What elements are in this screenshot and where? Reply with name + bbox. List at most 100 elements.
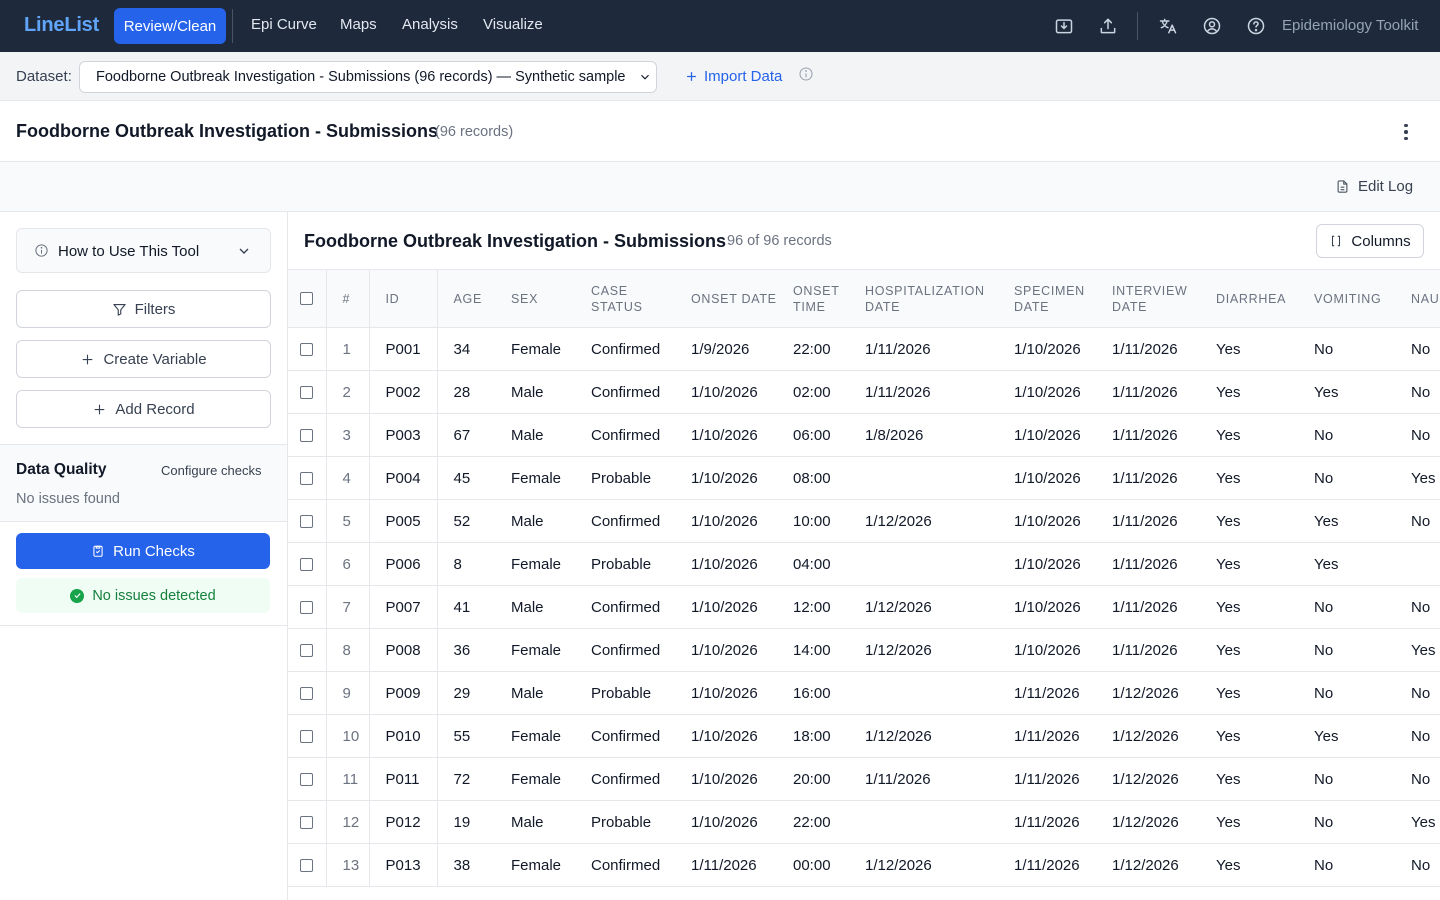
cell-age[interactable]: 41 (437, 586, 495, 629)
cell-onset-date[interactable]: 1/10/2026 (675, 500, 777, 543)
cell-onset-time[interactable]: 10:00 (777, 500, 849, 543)
cell-index[interactable]: 7 (326, 585, 370, 629)
cell-vomiting[interactable]: No (1298, 586, 1395, 629)
cell-sex[interactable]: Female (495, 629, 575, 672)
how-to-use-accordion[interactable]: How to Use This Tool (16, 228, 271, 273)
cell-case-status[interactable]: Probable (575, 801, 675, 844)
cell-diarrhea[interactable]: Yes (1200, 328, 1298, 371)
cell-hospitalization-date[interactable] (849, 457, 998, 500)
cell-diarrhea[interactable]: Yes (1200, 543, 1298, 586)
cell-id[interactable]: P011 (369, 757, 438, 801)
cell-id[interactable]: P013 (369, 843, 438, 887)
table-row[interactable]: 6 P006 8 Female Probable 1/10/2026 04:00 1/10/2… (288, 542, 1440, 586)
cell-case-status[interactable]: Confirmed (575, 328, 675, 371)
cell-hospitalization-date[interactable]: 1/12/2026 (849, 715, 998, 758)
cell-diarrhea[interactable]: Yes (1200, 844, 1298, 887)
cell-hospitalization-date[interactable]: 1/11/2026 (849, 371, 998, 414)
cell-onset-date[interactable]: 1/11/2026 (675, 844, 777, 887)
cell-onset-date[interactable]: 1/10/2026 (675, 457, 777, 500)
cell-onset-date[interactable]: 1/10/2026 (675, 801, 777, 844)
cell-nausea[interactable]: Yes (1395, 629, 1440, 672)
cell-index[interactable]: 10 (326, 714, 370, 758)
cell-case-status[interactable]: Confirmed (575, 500, 675, 543)
cell-nausea[interactable]: No (1395, 672, 1440, 715)
cell-nausea[interactable]: No (1395, 500, 1440, 543)
cell-id[interactable]: P001 (369, 327, 438, 371)
cell-id[interactable]: P009 (369, 671, 438, 715)
tab-review-clean[interactable]: Review/Clean (114, 8, 226, 44)
more-options-icon[interactable] (1396, 122, 1416, 142)
cell-vomiting[interactable]: No (1298, 758, 1395, 801)
cell-onset-date[interactable]: 1/10/2026 (675, 672, 777, 715)
cell-hospitalization-date[interactable]: 1/8/2026 (849, 414, 998, 457)
cell-interview-date[interactable]: 1/12/2026 (1096, 844, 1200, 887)
cell-onset-time[interactable]: 14:00 (777, 629, 849, 672)
cell-diarrhea[interactable]: Yes (1200, 500, 1298, 543)
tab-visualize[interactable]: Visualize (483, 16, 543, 33)
cell-interview-date[interactable]: 1/12/2026 (1096, 801, 1200, 844)
cell-vomiting[interactable]: Yes (1298, 543, 1395, 586)
cell-vomiting[interactable]: No (1298, 328, 1395, 371)
edit-log-button[interactable]: Edit Log (1335, 178, 1413, 195)
cell-index[interactable]: 1 (326, 327, 370, 371)
column-header-col-vomiting[interactable]: VOMITING (1298, 269, 1395, 328)
cell-hospitalization-date[interactable]: 1/12/2026 (849, 500, 998, 543)
cell-diarrhea[interactable]: Yes (1200, 715, 1298, 758)
table-row[interactable]: 11 P011 72 Female Confirmed 1/10/2026 20:00 1/1… (288, 757, 1440, 801)
cell-onset-date[interactable]: 1/10/2026 (675, 543, 777, 586)
cell-onset-date[interactable]: 1/10/2026 (675, 586, 777, 629)
cell-onset-date[interactable]: 1/10/2026 (675, 758, 777, 801)
cell-age[interactable]: 67 (437, 414, 495, 457)
column-header-col-onset-date[interactable]: ONSET DATE (675, 269, 777, 328)
cell-onset-time[interactable]: 00:00 (777, 844, 849, 887)
cell-vomiting[interactable]: Yes (1298, 371, 1395, 414)
create-variable-button[interactable]: Create Variable (16, 340, 271, 378)
cell-index[interactable]: 13 (326, 843, 370, 887)
cell-onset-time[interactable]: 18:00 (777, 715, 849, 758)
cell-nausea[interactable] (1395, 543, 1440, 586)
cell-sex[interactable]: Male (495, 414, 575, 457)
row-checkbox[interactable] (300, 772, 313, 786)
cell-diarrhea[interactable]: Yes (1200, 758, 1298, 801)
table-row[interactable]: 10 P010 55 Female Confirmed 1/10/2026 18:00 1/1… (288, 714, 1440, 758)
cell-specimen-date[interactable]: 1/10/2026 (998, 586, 1096, 629)
cell-interview-date[interactable]: 1/11/2026 (1096, 586, 1200, 629)
cell-age[interactable]: 8 (437, 543, 495, 586)
cell-hospitalization-date[interactable]: 1/11/2026 (849, 758, 998, 801)
cell-onset-time[interactable]: 22:00 (777, 801, 849, 844)
column-header-col-specimen-date[interactable]: SPECIMEN DATE (998, 269, 1096, 328)
table-row[interactable]: 8 P008 36 Female Confirmed 1/10/2026 14:00 1/12… (288, 628, 1440, 672)
table-row[interactable]: 7 P007 41 Male Confirmed 1/10/2026 12:00 1/12/2… (288, 585, 1440, 629)
column-header-col-diarrhea[interactable]: DIARRHEA (1200, 269, 1298, 328)
cell-id[interactable]: P010 (369, 714, 438, 758)
cell-index[interactable]: 5 (326, 499, 370, 543)
cell-nausea[interactable]: No (1395, 715, 1440, 758)
cell-age[interactable]: 55 (437, 715, 495, 758)
cell-vomiting[interactable]: No (1298, 457, 1395, 500)
cell-age[interactable]: 29 (437, 672, 495, 715)
cell-id[interactable]: P004 (369, 456, 438, 500)
cell-index[interactable]: 12 (326, 800, 370, 844)
row-checkbox[interactable] (300, 514, 313, 528)
upload-icon[interactable] (1096, 14, 1120, 38)
cell-sex[interactable]: Male (495, 801, 575, 844)
cell-onset-time[interactable]: 20:00 (777, 758, 849, 801)
row-checkbox[interactable] (300, 385, 313, 399)
table-row[interactable]: 12 P012 19 Male Probable 1/10/2026 22:00 1/11/2… (288, 800, 1440, 844)
table-row[interactable]: 1 P001 34 Female Confirmed 1/9/2026 22:00 1/11/… (288, 327, 1440, 371)
cell-case-status[interactable]: Confirmed (575, 371, 675, 414)
configure-checks-link[interactable]: Configure checks (161, 463, 261, 478)
cell-nausea[interactable]: No (1395, 414, 1440, 457)
column-header-col-sex[interactable]: SEX (495, 269, 575, 328)
cell-interview-date[interactable]: 1/12/2026 (1096, 715, 1200, 758)
download-icon[interactable] (1052, 14, 1076, 38)
row-checkbox[interactable] (300, 858, 313, 872)
cell-sex[interactable]: Female (495, 758, 575, 801)
cell-diarrhea[interactable]: Yes (1200, 672, 1298, 715)
cell-specimen-date[interactable]: 1/11/2026 (998, 801, 1096, 844)
row-checkbox[interactable] (300, 643, 313, 657)
cell-interview-date[interactable]: 1/11/2026 (1096, 371, 1200, 414)
cell-index[interactable]: 11 (326, 757, 370, 801)
cell-index[interactable]: 2 (326, 370, 370, 414)
cell-onset-date[interactable]: 1/10/2026 (675, 371, 777, 414)
